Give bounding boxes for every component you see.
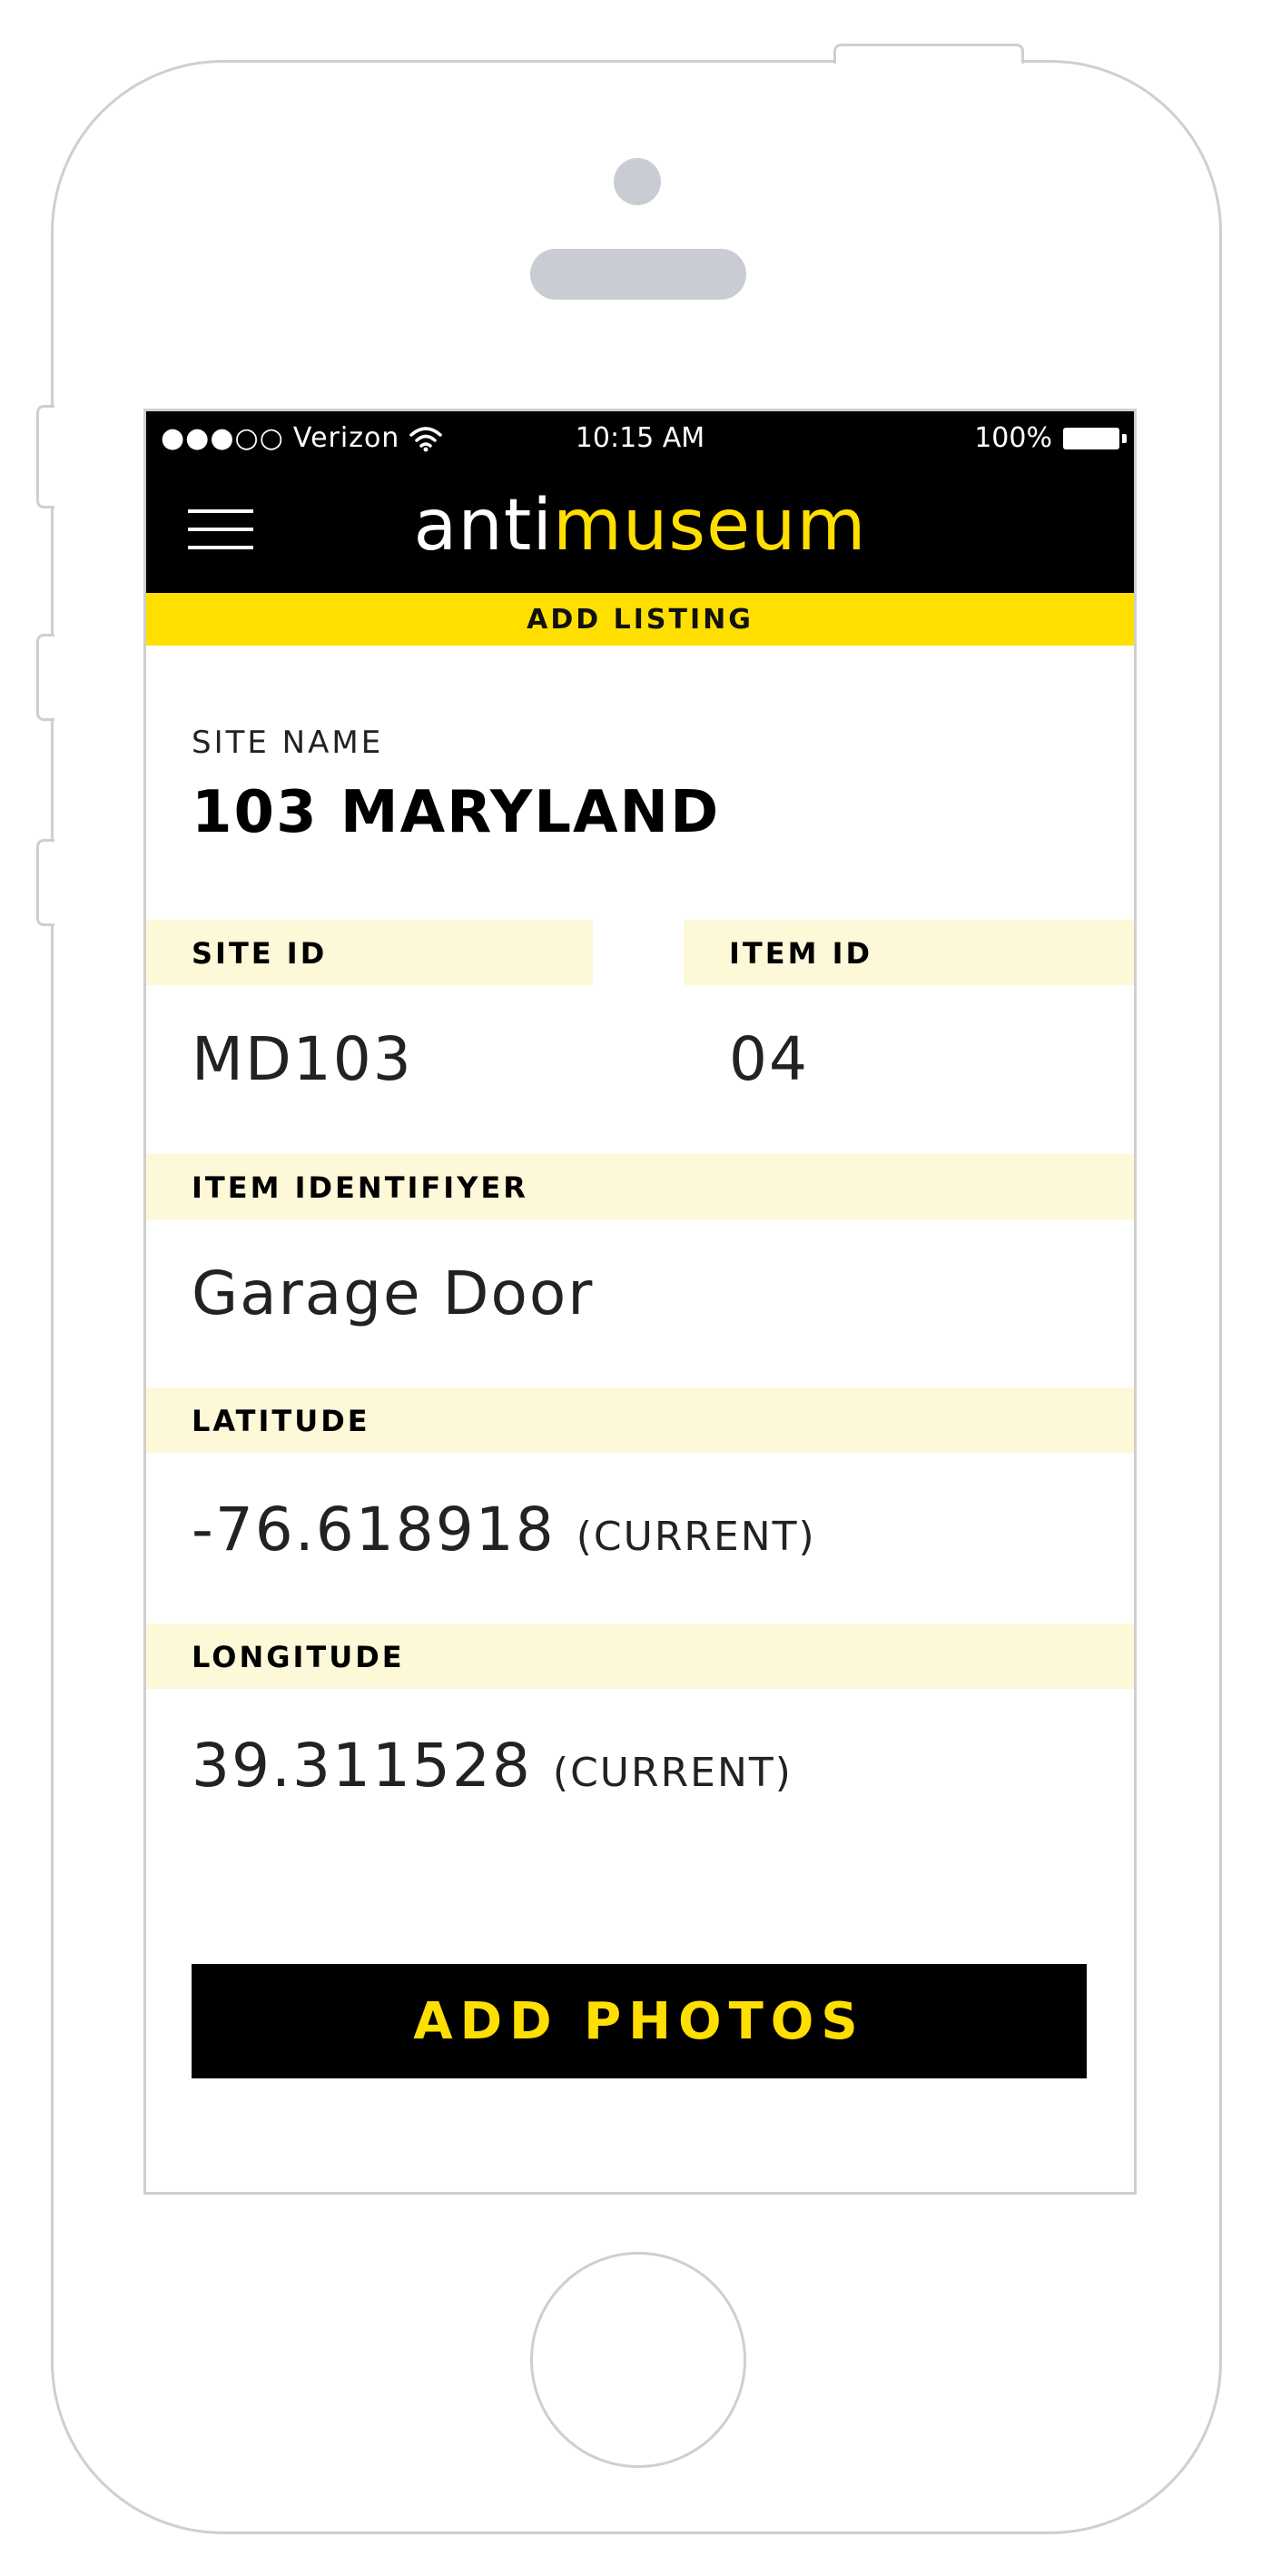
item-id-label: ITEM ID — [684, 920, 1134, 985]
page-title: ADD LISTING — [146, 593, 1134, 646]
mute-switch — [36, 405, 54, 508]
volume-up-button — [36, 634, 54, 721]
power-button — [833, 44, 1024, 64]
battery-percentage: 100% — [974, 422, 1052, 454]
front-camera — [614, 158, 661, 205]
longitude-current-note: (CURRENT) — [552, 1750, 793, 1796]
item-identifier-field[interactable]: Garage Door — [192, 1258, 594, 1328]
battery-icon — [1063, 427, 1127, 449]
longitude-value: 39.311528 — [192, 1731, 532, 1801]
site-id-field[interactable]: MD103 — [192, 1024, 413, 1094]
site-name-value[interactable]: 103 MARYLAND — [192, 779, 720, 846]
item-id-field[interactable]: 04 — [729, 1024, 809, 1094]
longitude-label: LONGITUDE — [146, 1624, 1134, 1689]
app-header: ●●●○○ Verizon 10:15 AM 100% antimuseum — [146, 411, 1134, 593]
status-bar-right: 100% — [974, 422, 1127, 454]
latitude-field[interactable]: -76.618918 (CURRENT) — [192, 1495, 816, 1564]
logo-suffix: museum — [553, 485, 867, 567]
site-name-label: SITE NAME — [192, 725, 384, 761]
longitude-field[interactable]: 39.311528 (CURRENT) — [192, 1731, 793, 1801]
site-id-label: SITE ID — [146, 920, 593, 985]
latitude-label: LATITUDE — [146, 1387, 1134, 1453]
item-identifier-label: ITEM IDENTIFIYER — [146, 1154, 1134, 1219]
earpiece-speaker — [530, 249, 746, 300]
volume-down-button — [36, 839, 54, 926]
add-photos-button[interactable]: ADD PHOTOS — [192, 1964, 1087, 2078]
app-logo: antimuseum — [146, 480, 1134, 571]
latitude-current-note: (CURRENT) — [576, 1514, 816, 1560]
logo-prefix: anti — [413, 485, 554, 567]
app-screen: ●●●○○ Verizon 10:15 AM 100% antimuseum A… — [143, 409, 1137, 2195]
home-button[interactable] — [530, 2252, 746, 2468]
latitude-value: -76.618918 — [192, 1495, 556, 1564]
